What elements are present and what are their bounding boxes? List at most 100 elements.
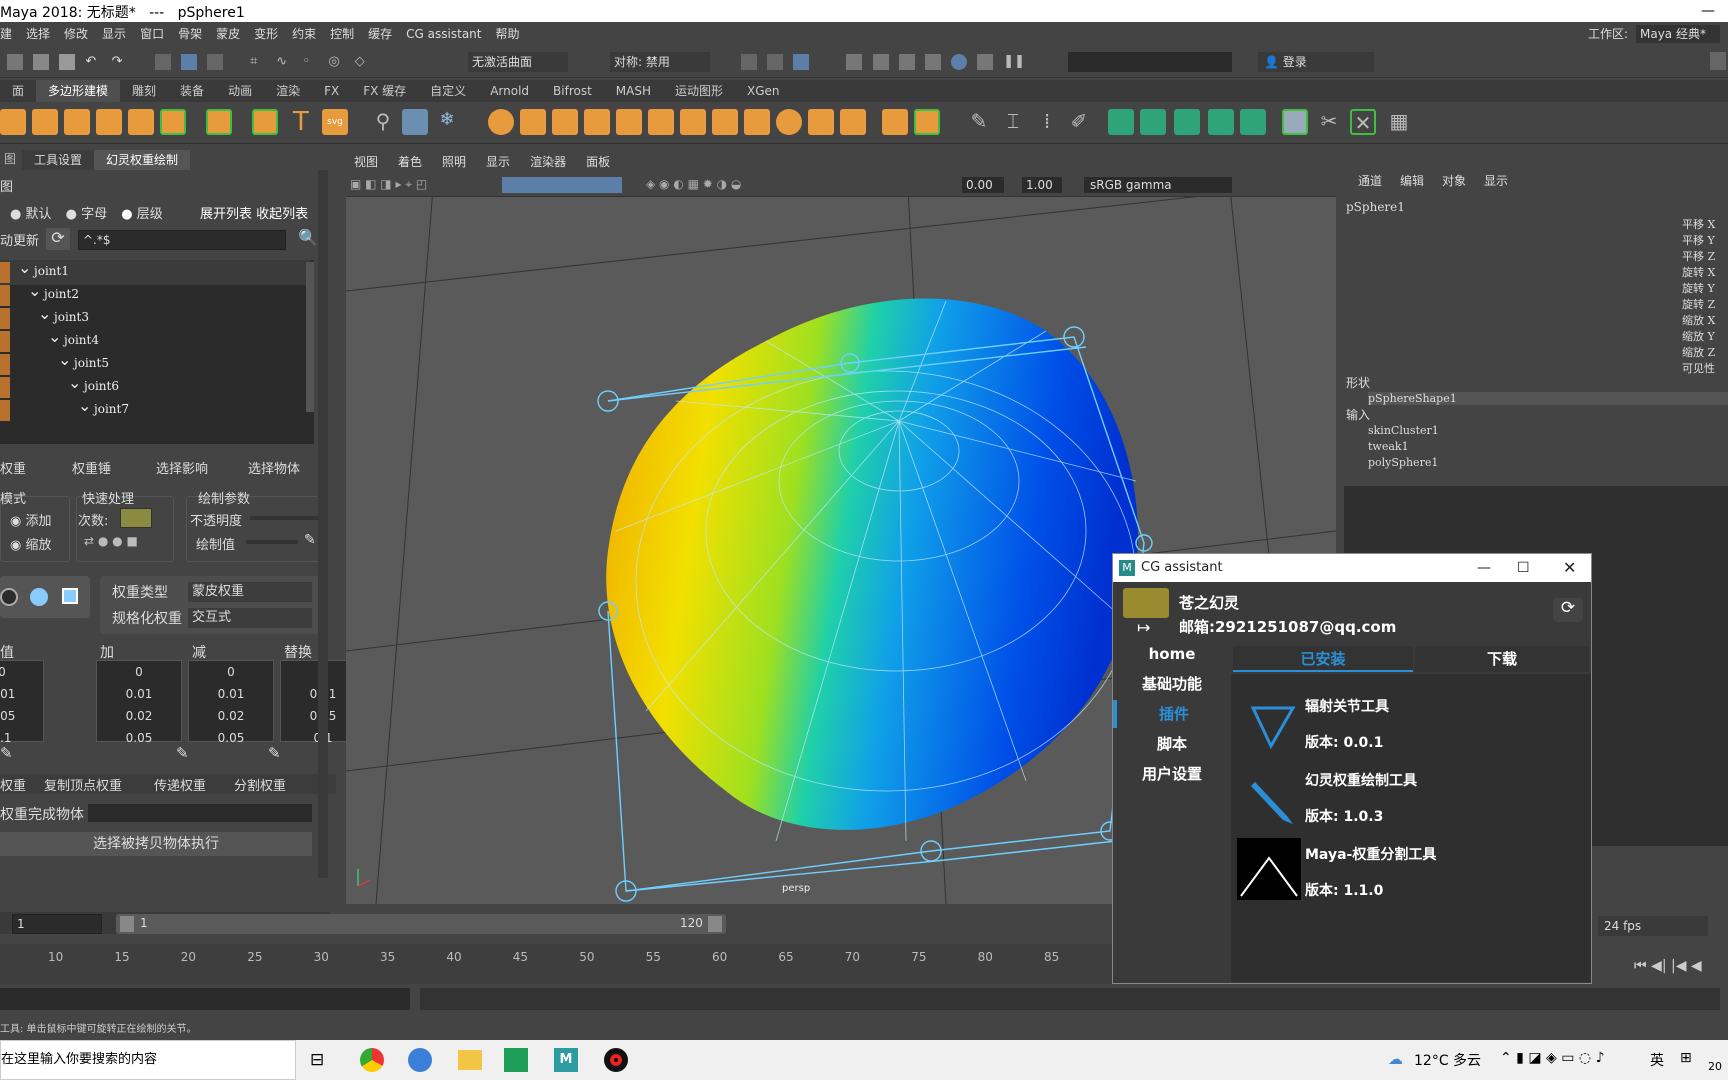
- shelf-tab-9[interactable]: Arnold: [478, 80, 541, 102]
- mode-add[interactable]: ◉ 添加: [10, 510, 52, 529]
- plugin-name[interactable]: 辐射关节工具: [1305, 696, 1389, 716]
- shelf-tab-7[interactable]: FX 缓存: [351, 80, 418, 102]
- ime-indicator[interactable]: 英: [1650, 1050, 1664, 1070]
- symmetry-dropdown[interactable]: 对称: 禁用: [610, 52, 710, 72]
- shelf-tab-3[interactable]: 装备: [168, 80, 216, 102]
- tab-outliner[interactable]: 图: [4, 150, 16, 167]
- chrome-icon[interactable]: [360, 1048, 384, 1072]
- uv-spherical-icon[interactable]: [1174, 109, 1200, 135]
- exposure-field[interactable]: 0.00: [962, 177, 1004, 193]
- channel-menu-item[interactable]: 编辑: [1400, 174, 1424, 188]
- value-cell[interactable]: 0: [97, 661, 181, 683]
- menu-item-8[interactable]: 约束: [292, 22, 316, 46]
- count-field[interactable]: [120, 508, 152, 528]
- plugin-name[interactable]: Maya-权重分割工具: [1305, 844, 1436, 864]
- time-slider[interactable]: [0, 944, 1112, 984]
- action-weight-hammer[interactable]: 权重锤: [72, 458, 111, 477]
- construction-history-icon[interactable]: [741, 54, 757, 70]
- menu-item-2[interactable]: 修改: [64, 22, 88, 46]
- input-ops-icon[interactable]: [767, 54, 784, 70]
- combine-icon[interactable]: [488, 109, 514, 135]
- select-hierarchy-icon[interactable]: [154, 54, 171, 70]
- filter-field[interactable]: ^.*$: [78, 230, 286, 250]
- smooth-icon[interactable]: [584, 109, 610, 135]
- brush-gaussian-icon[interactable]: [0, 588, 18, 606]
- poly-cone-icon[interactable]: [64, 109, 90, 135]
- poly-sphere-icon[interactable]: [0, 109, 26, 135]
- range-start-handle[interactable]: [120, 916, 134, 932]
- value-cell[interactable]: 0: [189, 661, 273, 683]
- logout-icon[interactable]: ↦: [1137, 618, 1150, 637]
- minimize-icon[interactable]: —: [1688, 0, 1728, 22]
- tab-weight[interactable]: 权重: [0, 775, 26, 794]
- select-object-icon[interactable]: [180, 54, 197, 70]
- render-settings-icon[interactable]: [924, 54, 941, 70]
- extrude-icon[interactable]: [680, 109, 706, 135]
- cg-tab-download[interactable]: 下载: [1415, 646, 1589, 672]
- channel-row[interactable]: 缩放 Y: [1682, 328, 1715, 344]
- render-view-icon[interactable]: [846, 54, 863, 70]
- snap-point-icon[interactable]: ◦: [302, 54, 318, 70]
- joint-row[interactable]: joint6 ⌄: [0, 373, 310, 400]
- menu-item-7[interactable]: 变形: [254, 22, 278, 46]
- value-cell[interactable]: 0.05: [189, 727, 273, 749]
- uv-layout-icon[interactable]: [1282, 109, 1308, 135]
- poly-disc-icon[interactable]: [160, 109, 186, 135]
- redo-icon[interactable]: ↷: [112, 54, 128, 70]
- arnold-render-icon[interactable]: [977, 54, 994, 70]
- joint-row[interactable]: joint7 ⌄: [0, 396, 310, 423]
- file-explorer-icon[interactable]: [458, 1050, 482, 1070]
- text-tool-icon[interactable]: T: [288, 109, 314, 135]
- cg-minimize-icon[interactable]: —: [1477, 554, 1491, 582]
- refresh-icon[interactable]: ⟳: [46, 228, 70, 250]
- radio-alpha[interactable]: ●: [66, 207, 81, 222]
- channel-menu-item[interactable]: 通道: [1358, 174, 1382, 188]
- snap-surface-icon[interactable]: ◇: [355, 54, 371, 70]
- task-view-icon[interactable]: ⊟: [310, 1050, 324, 1070]
- shelf-tab-12[interactable]: 运动图形: [663, 80, 735, 102]
- value-cell[interactable]: 0.01: [189, 683, 273, 705]
- shelf-tab-5[interactable]: 渲染: [264, 80, 312, 102]
- skinned-sphere[interactable]: [606, 298, 1138, 842]
- eyedropper-icon[interactable]: ✎: [304, 532, 316, 548]
- tab-split-weights[interactable]: 分割权重: [234, 775, 286, 794]
- keyboard-icon[interactable]: ⊞: [1680, 1050, 1692, 1066]
- joint-row[interactable]: joint3 ⌄: [0, 304, 310, 331]
- tray-icons[interactable]: ⌃ ▮ ◪ ◈ ▭ ◌ ♪: [1500, 1050, 1605, 1066]
- gamma-field[interactable]: 1.00: [1022, 177, 1062, 193]
- menu-item-12[interactable]: 帮助: [495, 22, 519, 46]
- range-end-handle[interactable]: [708, 916, 722, 932]
- separate-icon[interactable]: [520, 109, 546, 135]
- channel-row[interactable]: 旋转 X: [1682, 264, 1715, 280]
- maya-taskbar-icon[interactable]: M: [554, 1048, 578, 1072]
- cg-tab-installed[interactable]: 已安装: [1233, 646, 1413, 672]
- shape-name[interactable]: pSphereShape1: [1368, 392, 1728, 405]
- platonic-icon[interactable]: [206, 109, 232, 135]
- edit-icon[interactable]: ✎: [268, 744, 281, 762]
- opacity-slider[interactable]: [250, 516, 320, 520]
- value-cell[interactable]: 0.01: [97, 683, 181, 705]
- channel-row[interactable]: 缩放 Z: [1682, 344, 1715, 360]
- menu-item-11[interactable]: CG assistant: [406, 22, 481, 46]
- mode-scale[interactable]: ◉ 缩放: [10, 534, 52, 553]
- uv-planar-icon[interactable]: [1108, 109, 1134, 135]
- viewport-menu-item[interactable]: 渲染器: [530, 151, 566, 173]
- color-space-dropdown[interactable]: sRGB gamma: [1084, 177, 1232, 193]
- snapshot-icon[interactable]: [793, 54, 810, 70]
- menu-item-6[interactable]: 蒙皮: [216, 22, 240, 46]
- poly-plane-icon[interactable]: [128, 109, 154, 135]
- poly-cube-icon[interactable]: [32, 109, 58, 135]
- input-node[interactable]: tweak1: [1368, 440, 1409, 453]
- sculpt-icon[interactable]: ❄: [434, 109, 460, 135]
- tab-copy-vertex-weights[interactable]: 复制顶点权重: [44, 775, 122, 794]
- cg-nav-item[interactable]: 基础功能: [1113, 670, 1231, 698]
- cg-maximize-icon[interactable]: ☐: [1517, 554, 1530, 582]
- chevron-down-icon[interactable]: ⌄: [78, 396, 91, 415]
- merge-icon[interactable]: [776, 109, 802, 135]
- target-weld-icon[interactable]: ⌶: [1000, 109, 1026, 135]
- brush-square-icon[interactable]: [62, 588, 78, 604]
- hypershade-icon[interactable]: [950, 54, 967, 70]
- bridge-icon[interactable]: [648, 109, 674, 135]
- super-shape-icon[interactable]: [252, 109, 278, 135]
- object-name[interactable]: pSphere1: [1346, 200, 1405, 214]
